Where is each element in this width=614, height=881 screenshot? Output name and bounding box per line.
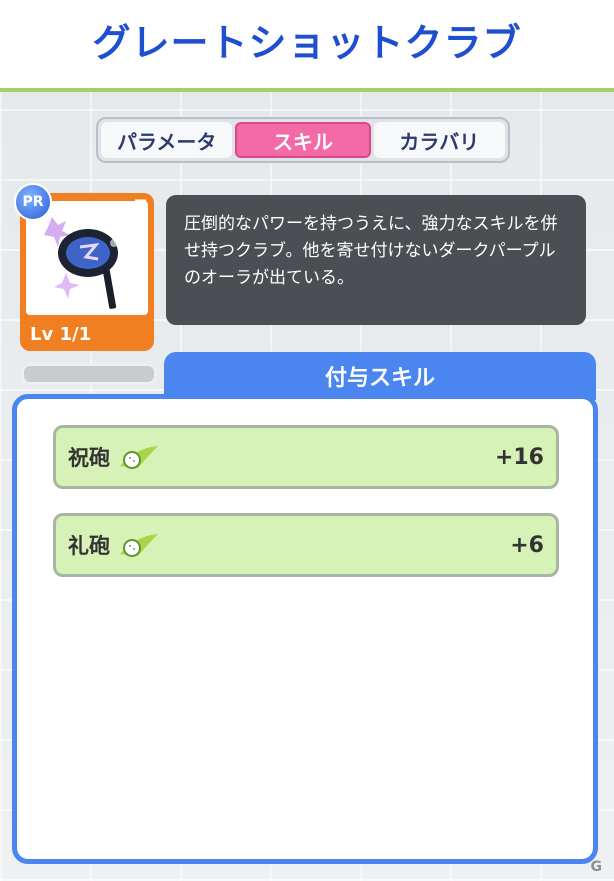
skill-name: 祝砲	[68, 446, 110, 470]
watermark-logo: G	[590, 859, 603, 875]
level-label: Lv 1/1	[30, 324, 92, 345]
panel-title: 付与スキル	[164, 352, 596, 400]
item-description: 圧倒的なパワーを持つうえに、強力なスキルを併せ持つクラブ。他を寄せ付けないダーク…	[166, 195, 586, 325]
item-image-frame	[26, 201, 148, 315]
tab-parameter[interactable]: パラメータ	[101, 122, 233, 158]
skill-value: +16	[494, 444, 544, 470]
header: グレートショットクラブ	[0, 0, 614, 92]
tab-color-variation[interactable]: カラバリ	[373, 122, 505, 158]
golf-club-icon	[44, 217, 118, 309]
rarity-badge: PR	[14, 183, 52, 221]
skill-panel: 祝砲 +16 礼砲 +6	[12, 394, 598, 864]
grade-label: E	[132, 197, 148, 222]
item-card[interactable]: PR E Lv 1/1	[14, 183, 154, 351]
level-bar	[22, 364, 156, 384]
tab-bar: パラメータ スキル カラバリ	[96, 117, 510, 163]
skill-row[interactable]: 祝砲 +16	[53, 425, 559, 489]
tab-skill[interactable]: スキル	[235, 122, 371, 158]
skill-value: +6	[510, 532, 544, 558]
golf-ball-icon	[120, 446, 158, 469]
skill-name: 礼砲	[68, 534, 110, 558]
skill-row[interactable]: 礼砲 +6	[53, 513, 559, 577]
golf-ball-icon	[120, 534, 158, 557]
page-title: グレートショットクラブ	[92, 21, 522, 65]
